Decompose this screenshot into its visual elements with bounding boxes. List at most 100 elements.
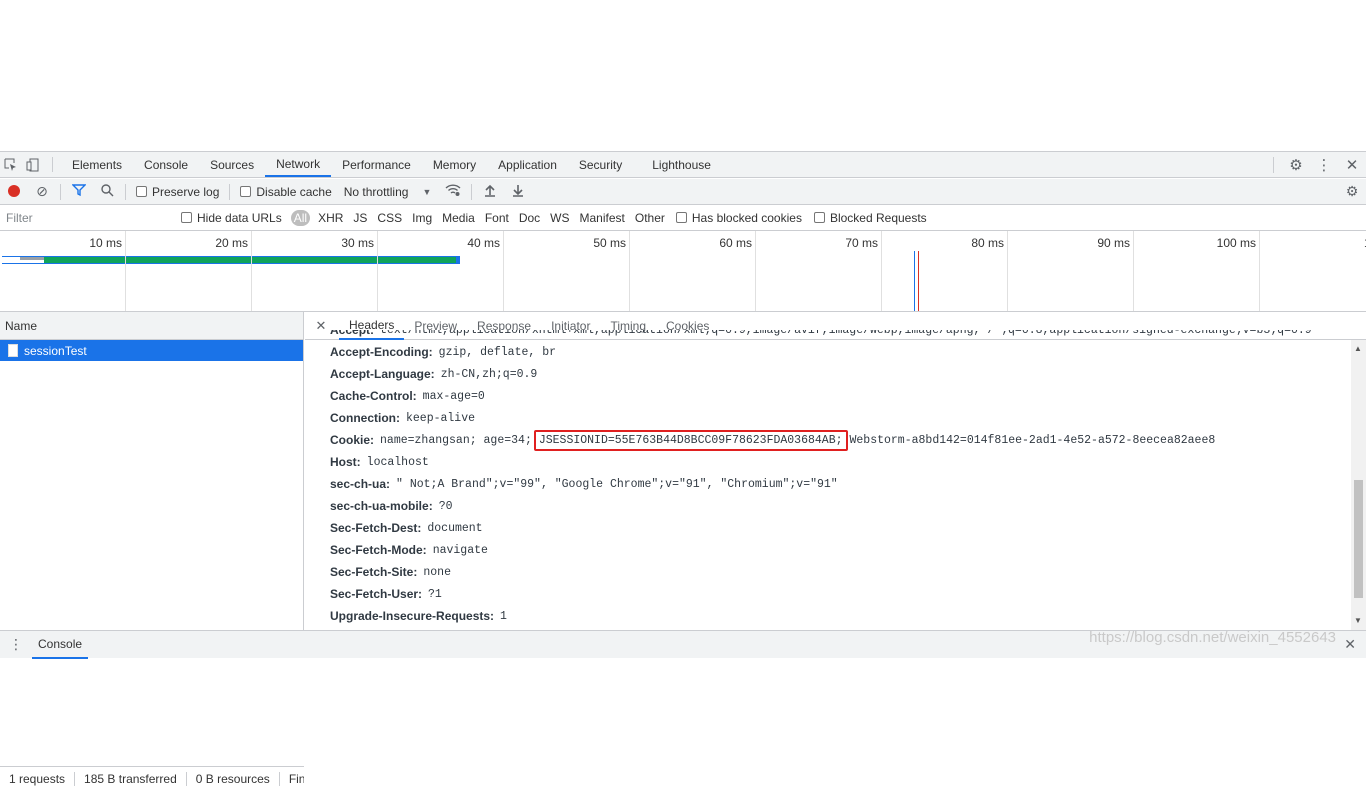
- inspect-element-icon[interactable]: [0, 152, 22, 177]
- filter-type-xhr[interactable]: XHR: [318, 211, 343, 225]
- record-icon[interactable]: [0, 184, 28, 200]
- scroll-down-arrow-icon[interactable]: ▼: [1354, 616, 1362, 625]
- overview-dcl-marker: [914, 251, 915, 311]
- preserve-log-label: Preserve log: [152, 184, 220, 199]
- header-row: Sec-Fetch-Site: none: [330, 561, 1350, 583]
- has-blocked-cookies-checkbox[interactable]: Has blocked cookies: [675, 211, 802, 225]
- filter-type-doc[interactable]: Doc: [519, 211, 540, 225]
- timeline-gridline: [629, 231, 630, 311]
- timeline-gridline: [251, 231, 252, 311]
- search-icon[interactable]: [93, 183, 121, 200]
- drawer-tab-label: Console: [38, 636, 83, 651]
- tab-memory[interactable]: Memory: [422, 152, 487, 177]
- filter-icon[interactable]: [65, 183, 93, 200]
- header-key: Sec-Fetch-Mode:: [330, 543, 427, 557]
- tab-performance[interactable]: Performance: [331, 152, 422, 177]
- timeline-gridline: [125, 231, 126, 311]
- header-row: Accept-Encoding: gzip, deflate, br: [330, 341, 1350, 363]
- filter-type-img[interactable]: Img: [412, 211, 432, 225]
- tab-lighthouse[interactable]: Lighthouse: [641, 152, 722, 177]
- name-column-header[interactable]: Name: [0, 312, 303, 340]
- tab-network[interactable]: Network: [265, 152, 332, 177]
- header-key: Host:: [330, 455, 361, 469]
- tab-console[interactable]: Console: [133, 152, 199, 177]
- disable-cache-checkbox[interactable]: Disable cache: [240, 185, 332, 199]
- close-drawer-icon[interactable]: ✕: [1344, 636, 1356, 653]
- throttling-value: No throttling: [343, 184, 409, 199]
- filter-type-manifest[interactable]: Manifest: [580, 211, 625, 225]
- filter-type-font[interactable]: Font: [485, 211, 509, 225]
- header-row: Cookie: name=zhangsan; age=34; JSESSIONID=…: [330, 429, 1350, 451]
- scroll-up-arrow-icon[interactable]: ▲: [1354, 344, 1362, 353]
- header-row: Accept-Language: zh-CN,zh;q=0.9: [330, 363, 1350, 385]
- filter-type-ws[interactable]: WS: [550, 211, 569, 225]
- header-row: Accept: text/html,application/xhtml+xml,a…: [330, 330, 1350, 341]
- export-har-icon[interactable]: [504, 184, 532, 200]
- settings-gear-icon[interactable]: ⚙: [1282, 156, 1310, 174]
- drawer-tab-console[interactable]: Console: [32, 631, 89, 659]
- header-value: zh-CN,zh;q=0.9: [440, 367, 538, 381]
- request-row[interactable]: sessionTest: [0, 340, 303, 361]
- tab-sources[interactable]: Sources: [199, 152, 265, 177]
- clear-icon[interactable]: ⊘: [28, 183, 56, 200]
- hide-data-urls-checkbox[interactable]: Hide data URLs: [181, 211, 282, 225]
- timeline-tick-label: 60 ms: [719, 236, 752, 250]
- throttling-select[interactable]: No throttling ▼: [344, 185, 432, 199]
- timeline-tick-label: 50 ms: [593, 236, 626, 250]
- devtools-panel: Elements Console Sources Network Performance…: [0, 151, 1366, 790]
- import-har-icon[interactable]: [476, 184, 504, 200]
- header-key: sec-ch-ua-mobile:: [330, 499, 433, 513]
- detail-scrollbar[interactable]: ▲ ▼: [1351, 340, 1366, 630]
- network-overview-timeline[interactable]: 10 ms 20 ms 30 ms 40 ms 50 ms 60 ms 70 ms 80 ms…: [0, 231, 1366, 312]
- timeline-gridline: [377, 231, 378, 311]
- tab-application[interactable]: Application: [487, 152, 568, 177]
- filter-type-other[interactable]: Other: [635, 211, 665, 225]
- tab-elements[interactable]: Elements: [61, 152, 133, 177]
- timeline-tick-label: 80 ms: [971, 236, 1004, 250]
- status-resources: 0 B resources: [187, 771, 280, 786]
- device-toolbar-icon[interactable]: [22, 152, 44, 177]
- header-row: Upgrade-Insecure-Requests: 1: [330, 605, 1350, 626]
- filter-type-css[interactable]: CSS: [377, 211, 402, 225]
- header-value: none: [423, 565, 451, 579]
- header-row: Sec-Fetch-Mode: navigate: [330, 539, 1350, 561]
- header-value: text/html,application/xhtml+xml,applicat…: [380, 330, 1312, 337]
- filter-type-media[interactable]: Media: [442, 211, 475, 225]
- header-row: Cache-Control: max-age=0: [330, 385, 1350, 407]
- blocked-requests-label: Blocked Requests: [829, 210, 927, 225]
- header-row: Host: localhost: [330, 451, 1350, 473]
- network-settings-gear-icon[interactable]: ⚙: [1338, 183, 1366, 200]
- request-detail-pane: ✕ Headers Preview Response Initiator Timing C…: [305, 312, 1366, 630]
- drawer-menu-icon[interactable]: ⋮: [0, 636, 32, 653]
- header-value: 1: [500, 609, 507, 623]
- request-headers-list: Accept: text/html,application/xhtml+xml,a…: [330, 330, 1350, 626]
- header-value: name=zhangsan; age=34;: [380, 433, 532, 447]
- close-detail-icon[interactable]: ✕: [311, 318, 331, 334]
- network-toolbar: ⊘ Preserve log Disable cache No throttli…: [0, 179, 1366, 205]
- filter-type-js[interactable]: JS: [353, 211, 367, 225]
- header-key: Accept-Encoding:: [330, 345, 433, 359]
- preserve-log-checkbox[interactable]: Preserve log: [136, 185, 219, 199]
- tab-security[interactable]: Security: [568, 152, 633, 177]
- timeline-gridline: [1007, 231, 1008, 311]
- network-conditions-icon[interactable]: [439, 183, 467, 200]
- overview-stalled-bar: [20, 257, 44, 260]
- header-key: Cookie:: [330, 433, 375, 447]
- close-devtools-icon[interactable]: ✕: [1338, 156, 1366, 174]
- timeline-tick-label: 90 ms: [1097, 236, 1130, 250]
- header-value: ?0: [438, 499, 453, 513]
- blocked-requests-checkbox[interactable]: Blocked Requests: [813, 210, 927, 225]
- filter-bar: Hide data URLs All XHR JS CSS Img Media Font Do…: [0, 205, 1366, 231]
- filter-type-all[interactable]: All: [290, 209, 311, 226]
- filter-input[interactable]: [4, 208, 167, 227]
- timeline-gridline: [881, 231, 882, 311]
- more-options-icon[interactable]: ⋮: [1310, 156, 1338, 174]
- highlighted-session-cookie: JSESSIONID=55E763B44D8BCC09F78623FDA0368…: [533, 429, 848, 451]
- header-value: keep-alive: [406, 411, 476, 425]
- header-value: ?1: [428, 587, 442, 601]
- header-key: sec-ch-ua:: [330, 477, 391, 491]
- page-content-area: [0, 0, 1366, 151]
- header-value: gzip, deflate, br: [438, 345, 556, 359]
- scroll-thumb[interactable]: [1354, 480, 1363, 598]
- status-finish: Fini: [288, 771, 304, 786]
